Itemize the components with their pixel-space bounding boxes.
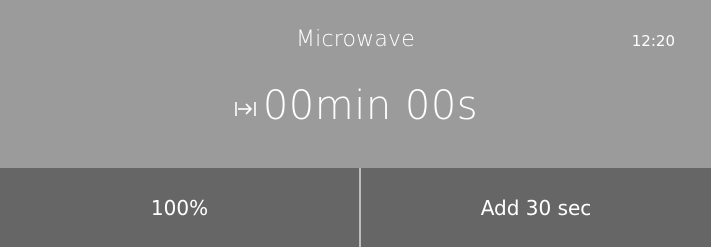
add-30-sec-label: Add 30 sec [480,195,592,220]
timer-value: 00min 00s [262,83,479,129]
control-bar: 100% Add 30 sec [0,168,711,247]
status-panel: Microwave 12:20 00min 00s [0,0,711,168]
microwave-screen: Microwave 12:20 00min 00s 100% Add 30 se… [0,0,711,247]
power-level-button[interactable]: 100% [0,168,359,247]
timer-arrow-to-bar-icon [233,96,259,122]
clock: 12:20 [631,32,675,50]
add-30-sec-button[interactable]: Add 30 sec [361,168,711,247]
power-level-label: 100% [150,195,209,220]
page-title: Microwave [295,27,416,52]
timer-display: 00min 00s [0,78,711,134]
